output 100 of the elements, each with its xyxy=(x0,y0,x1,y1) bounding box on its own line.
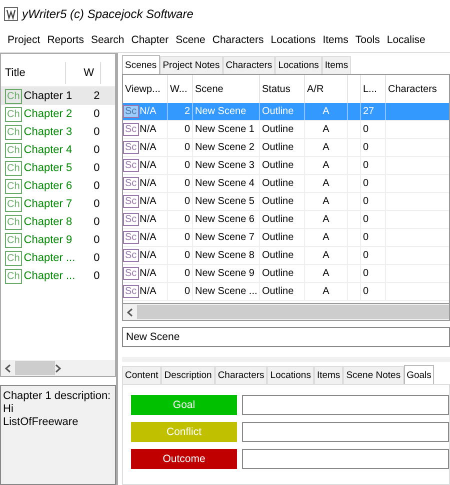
goal-field[interactable] xyxy=(242,395,449,415)
chapter-row[interactable]: Ch Chapter 3 0 xyxy=(1,123,115,141)
chapter-title: Chapter 2 xyxy=(24,108,74,120)
table-cell: N/A xyxy=(140,286,156,297)
chapter-row[interactable]: Ch Chapter ... 0 xyxy=(1,267,115,285)
table-cell: New Scene 6 xyxy=(195,214,254,225)
word-count: 0 xyxy=(92,162,100,174)
table-cell: 0 xyxy=(184,286,190,297)
menu-item[interactable]: Chapter xyxy=(128,32,172,48)
table-cell: A xyxy=(322,268,330,279)
scene-row[interactable]: Sc N/A 0 New Scene 6 Outline A 0 xyxy=(123,210,449,228)
window-title: yWriter5 (c) Spacejock Software xyxy=(22,7,194,21)
scene-row[interactable]: Sc N/A 0 New Scene 1 Outline A 0 xyxy=(123,120,449,138)
table-cell: Outline xyxy=(262,142,294,153)
table-cell: N/A xyxy=(140,214,156,225)
chapter-icon: Ch xyxy=(5,232,22,248)
tab[interactable]: Goals xyxy=(404,365,434,384)
scene-row[interactable]: Sc N/A 0 New Scene ... Outline A 0 xyxy=(123,282,449,300)
scene-row[interactable]: Sc N/A 0 New Scene 8 Outline A 0 xyxy=(123,246,449,264)
scene-row[interactable]: Sc N/A 0 New Scene 2 Outline A 0 xyxy=(123,138,449,156)
table-cell: Outline xyxy=(262,160,294,171)
tab[interactable]: Characters xyxy=(222,56,276,74)
tab[interactable]: Scene Notes xyxy=(343,366,404,384)
scene-row[interactable]: Sc N/A 0 New Scene 3 Outline A 0 xyxy=(123,156,449,174)
menu-item[interactable]: Search xyxy=(87,32,128,48)
word-count: 0 xyxy=(92,144,100,156)
menu-item[interactable]: Reports xyxy=(44,32,88,48)
tab[interactable]: Description xyxy=(161,366,215,384)
chapter-title: Chapter 6 xyxy=(24,180,74,192)
menu-item[interactable]: Characters xyxy=(208,32,268,48)
chapter-icon: Ch xyxy=(5,250,22,266)
table-cell: A xyxy=(322,160,330,171)
menu-item[interactable]: Scene xyxy=(172,32,209,48)
menu-item[interactable]: Locations xyxy=(267,32,320,48)
column-header[interactable]: W xyxy=(66,62,101,84)
table-cell: New Scene 1 xyxy=(195,124,254,135)
word-count: 2 xyxy=(92,90,100,102)
scene-row[interactable]: Sc N/A 0 New Scene 5 Outline A 0 xyxy=(123,192,449,210)
chapter-title: Chapter 9 xyxy=(24,234,74,246)
table-cell: Outline xyxy=(262,286,294,297)
chapter-row[interactable]: Ch Chapter 9 0 xyxy=(1,231,115,249)
table-cell: New Scene 2 xyxy=(195,142,254,153)
tab[interactable]: Content xyxy=(122,366,162,384)
table-cell: N/A xyxy=(140,250,156,261)
scene-icon: Sc xyxy=(123,249,139,262)
table-cell: 0 xyxy=(363,232,369,243)
chapter-row[interactable]: Ch Chapter 1 2 xyxy=(1,87,115,105)
horizontal-scrollbar[interactable] xyxy=(0,360,116,377)
scene-name-field[interactable]: New Scene xyxy=(122,327,450,347)
scene-icon: Sc xyxy=(123,123,139,136)
tab[interactable]: Items xyxy=(314,366,344,384)
column-header[interactable]: Title xyxy=(1,62,66,84)
tab[interactable]: Items xyxy=(322,56,352,74)
table-cell: New Scene 7 xyxy=(195,232,254,243)
tab[interactable]: Characters xyxy=(214,366,268,384)
scroll-thumb[interactable] xyxy=(15,361,55,375)
chapter-row[interactable]: Ch Chapter 8 0 xyxy=(1,213,115,231)
description-text: Hi xyxy=(3,403,14,416)
tab[interactable]: Scenes xyxy=(122,55,160,74)
scene-row[interactable]: Sc N/A 0 New Scene 9 Outline A 0 xyxy=(123,264,449,282)
scene-icon: Sc xyxy=(123,141,139,154)
table-cell: 0 xyxy=(363,124,369,135)
scene-icon: Sc xyxy=(123,177,139,190)
scene-icon: Sc xyxy=(123,159,139,172)
scene-row[interactable]: Sc N/A 0 New Scene 7 Outline A 0 xyxy=(123,228,449,246)
menu-item[interactable]: Localise xyxy=(383,32,429,48)
chapter-icon: Ch xyxy=(5,142,22,158)
table-cell: 0 xyxy=(184,124,190,135)
chapter-title: Chapter 8 xyxy=(24,216,74,228)
chapter-row[interactable]: Ch Chapter 2 0 xyxy=(1,105,115,123)
table-cell: Outline xyxy=(262,178,294,189)
scroll-thumb[interactable] xyxy=(137,305,449,319)
scene-row[interactable]: Sc N/A 0 New Scene 4 Outline A 0 xyxy=(123,174,449,192)
table-cell: 0 xyxy=(363,196,369,207)
chapter-row[interactable]: Ch Chapter 4 0 xyxy=(1,141,115,159)
table-cell: New Scene 3 xyxy=(195,160,254,171)
chapter-title: Chapter 7 xyxy=(24,198,74,210)
chapter-row[interactable]: Ch Chapter 5 0 xyxy=(1,159,115,177)
menu-item[interactable]: Project xyxy=(4,32,44,48)
menu-item[interactable]: Tools xyxy=(352,32,384,48)
chapter-row[interactable]: Ch Chapter ... 0 xyxy=(1,249,115,267)
chapter-icon: Ch xyxy=(5,214,22,230)
tab[interactable]: Project Notes xyxy=(160,56,223,74)
goal-button[interactable]: Outcome xyxy=(131,449,237,469)
chapter-row[interactable]: Ch Chapter 7 0 xyxy=(1,195,115,213)
table-cell: New Scene xyxy=(195,106,246,117)
goal-field[interactable] xyxy=(242,422,449,442)
table-cell: 0 xyxy=(363,286,369,297)
table-cell: 0 xyxy=(184,214,190,225)
table-cell: New Scene 9 xyxy=(195,268,254,279)
chapter-icon: Ch xyxy=(5,124,22,140)
horizontal-scrollbar[interactable] xyxy=(122,304,450,321)
table-cell: N/A xyxy=(140,232,156,243)
tab[interactable]: Locations xyxy=(267,366,314,384)
menu-item[interactable]: Items xyxy=(319,32,352,48)
tab[interactable]: Locations xyxy=(275,56,322,74)
chapter-icon: Ch xyxy=(5,160,22,176)
goal-field[interactable] xyxy=(242,449,449,469)
app-logo-icon xyxy=(4,7,18,21)
chapter-row[interactable]: Ch Chapter 6 0 xyxy=(1,177,115,195)
